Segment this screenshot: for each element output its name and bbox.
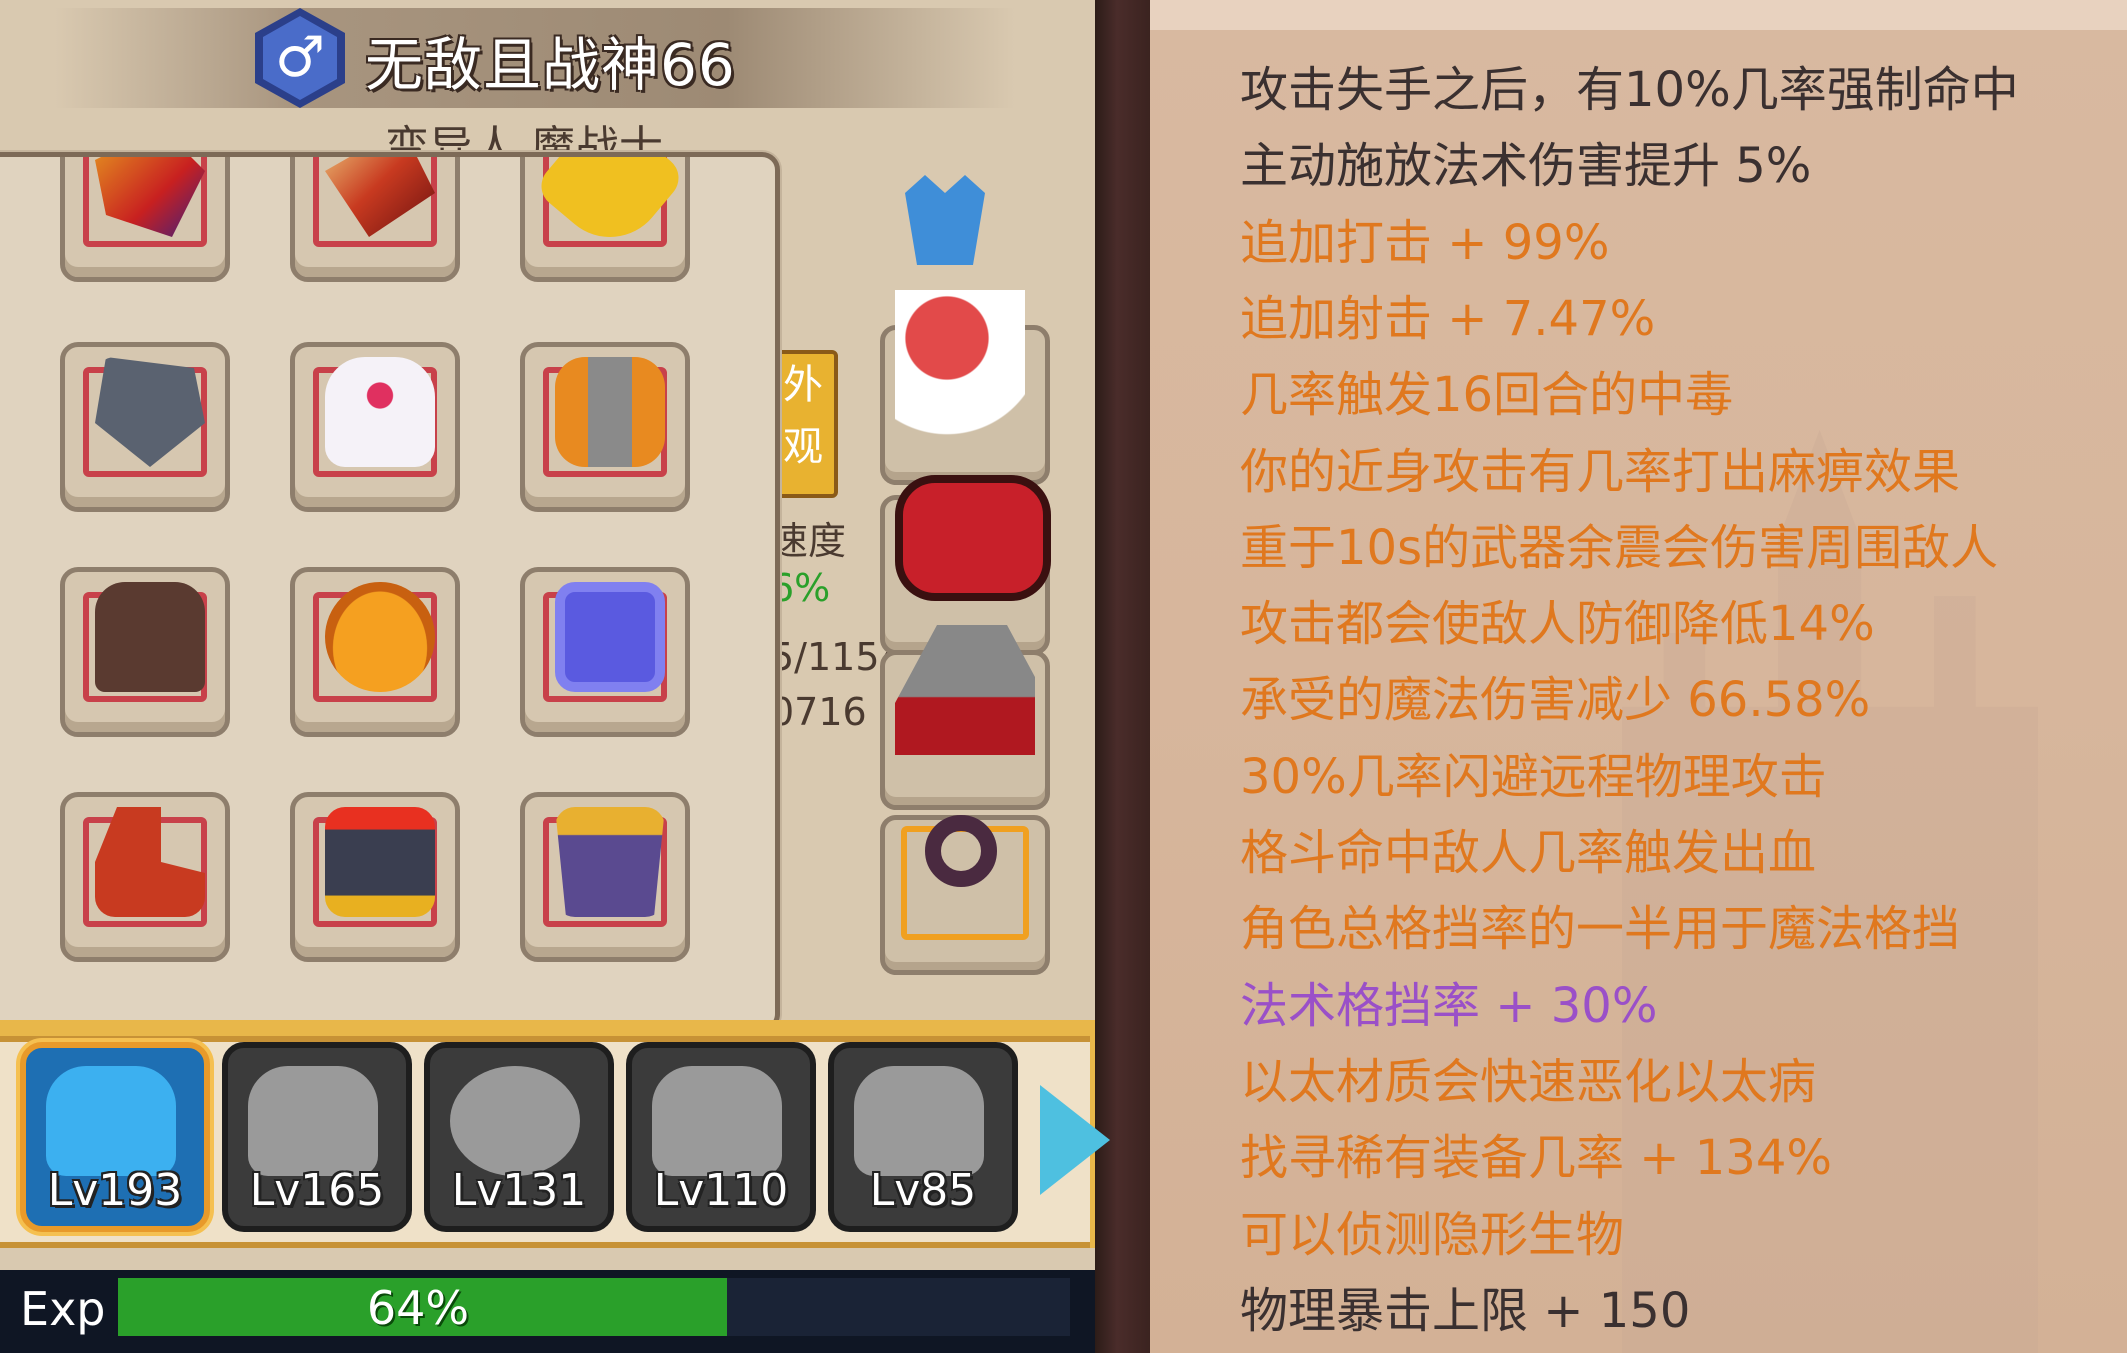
dark-ring-icon [925,815,997,887]
attribute-line: 可以侦测隐形生物 [1240,1206,1625,1263]
inventory-slot[interactable] [290,792,460,962]
hero-slot[interactable]: Lv110 [626,1042,816,1232]
hero-portrait-icon [248,1066,378,1176]
attribute-line: 找寻稀有装备几率 + 134% [1240,1130,1832,1187]
hero-bar: Lv193 Lv165 Lv131 Lv110 Lv85 [0,1020,1095,1248]
inventory-popup [0,152,780,1032]
inventory-slot[interactable] [60,157,230,282]
character-class: 变异人 魔战士 [385,122,663,156]
pumpkin-icon [325,582,435,692]
attribute-line: 追加打击 + 99% [1240,214,1610,271]
hero-level: Lv110 [653,1165,789,1216]
inventory-slot[interactable] [60,342,230,512]
side-slot-ring[interactable] [880,815,1050,975]
inventory-slot[interactable] [520,342,690,512]
hero-slot[interactable]: Lv85 [828,1042,1018,1232]
player-name: 无敌且战神66 [365,31,736,99]
character-panel: ♂ 无敌且战神66 变异人 魔战士 速度 6% 5/1154 0716 外观 L… [0,0,1095,1353]
hero-level: Lv131 [451,1165,587,1216]
hero-slot[interactable]: Lv131 [424,1042,614,1232]
attribute-line: 攻击失手之后，有10%几率强制命中 [1240,62,2019,118]
white-glove-gem-icon [325,357,435,467]
attribute-line: 法术格挡率 + 30% [1240,977,1658,1034]
exp-track: 64% [118,1278,1070,1336]
hero-slot[interactable]: Lv193 [20,1042,210,1232]
hero-level: Lv85 [869,1165,977,1216]
attribute-line: 格斗命中敌人几率触发出血 [1240,825,1817,881]
hero-slot[interactable]: Lv165 [222,1042,412,1232]
attribute-line: 以太材质会快速恶化以太病 [1240,1053,1817,1110]
attribute-line: 重于10s的武器余震会伤害周围敌人 [1240,519,1999,576]
exp-label: Exp [20,1282,106,1336]
attribute-line: 几率触发16回合的中毒 [1240,367,1734,424]
inventory-slot[interactable] [520,157,690,282]
hero-level: Lv165 [249,1165,385,1216]
stat-value: 0716 [770,690,867,734]
inventory-slot[interactable] [60,792,230,962]
inventory-slot[interactable] [290,567,460,737]
side-slot-head[interactable] [880,150,1050,310]
attribute-line: 角色总格挡率的一半用于魔法格挡 [1240,901,1961,958]
exp-percent: 64% [366,1281,470,1335]
fish-pet-icon [450,1066,580,1176]
demon-fist-icon [95,582,205,692]
hero-level: Lv193 [47,1165,183,1216]
inventory-slot[interactable] [520,567,690,737]
next-hero-arrow-icon[interactable] [1040,1085,1110,1195]
blue-crown-icon [905,175,985,265]
male-icon: ♂ [263,16,337,100]
attribute-line: 你的近身攻击有几率打出麻痹效果 [1240,443,1961,500]
stat-label: 速度 [770,519,847,563]
golden-bracer-icon [555,357,665,467]
attribute-line: 攻击都会使敌人防御降低14% [1240,596,1875,653]
attribute-line: 主动施放法术伤害提升 5% [1240,138,1812,195]
device-bracelet-icon [555,582,665,692]
hero-portrait-icon [652,1066,782,1176]
attribute-line: 30%几率闪避远程物理攻击 [1240,748,1827,805]
royal-armor-icon [555,807,665,917]
attribute-line: 承受的魔法伤害减少 66.58% [1240,672,1871,729]
red-belt-icon [895,475,1051,601]
rose-gauntlet-icon [895,290,1025,450]
inventory-slot[interactable] [290,157,460,282]
exp-bar: Exp 64% [0,1270,1095,1353]
blue-helmet-icon [46,1066,176,1176]
attribute-line: 追加射击 + 7.47% [1240,290,1656,347]
attribute-panel: 攻击失手之后，有10%几率强制命中 主动施放法术伤害提升 5% 追加打击 + 99%… [1150,0,2127,1353]
inventory-slot[interactable] [290,342,460,512]
attribute-line: 物理暴击上限 + 150 [1240,1282,1691,1339]
side-slot-boots[interactable] [880,625,1050,810]
hero-portrait-icon [854,1066,984,1176]
inventory-slot[interactable] [60,567,230,737]
side-slot-gloves[interactable] [880,290,1050,485]
flame-armor-icon [325,807,435,917]
inventory-slot[interactable] [520,792,690,962]
